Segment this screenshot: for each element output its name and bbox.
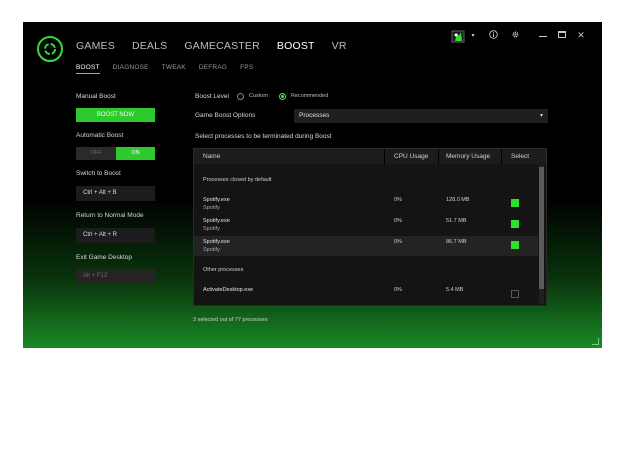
- process-name: Spotify.exe: [203, 218, 230, 224]
- table-row[interactable]: Spotify.exe Spotify 0% 51.7 MB: [194, 215, 538, 235]
- col-name[interactable]: Name: [203, 149, 220, 164]
- subtab-defrag[interactable]: DEFRAG: [199, 64, 227, 74]
- recommended-radio[interactable]: [279, 93, 286, 100]
- col-select[interactable]: Select: [511, 149, 529, 164]
- tab-boost[interactable]: BOOST: [277, 40, 315, 52]
- table-row[interactable]: Spotify.exe Spotify 0% 86.7 MB: [194, 236, 538, 256]
- subtab-boost[interactable]: BOOST: [76, 64, 100, 74]
- toggle-on[interactable]: ON: [116, 147, 155, 160]
- process-cpu: 0%: [394, 197, 402, 203]
- process-cpu: 0%: [394, 287, 402, 293]
- process-app: Spotify: [203, 205, 220, 211]
- scrollbar-thumb[interactable]: [539, 167, 544, 289]
- sub-nav: BOOST DIAGNOSE TWEAK DEFRAG FPS: [76, 64, 266, 74]
- custom-radio-label: Custom: [249, 93, 268, 99]
- select-value: Processes: [299, 112, 330, 119]
- razer-cortex-logo: [37, 36, 63, 62]
- tab-gamecaster[interactable]: GAMECASTER: [184, 40, 260, 52]
- process-name: Spotify.exe: [203, 239, 230, 245]
- subtab-fps[interactable]: FPS: [240, 64, 253, 74]
- select-checkbox[interactable]: [511, 220, 519, 228]
- select-checkbox[interactable]: [511, 290, 519, 298]
- return-to-normal-label: Return to Normal Mode: [76, 212, 144, 219]
- main-nav: GAMES DEALS GAMECASTER BOOST VR: [76, 40, 364, 52]
- switch-to-boost-label: Switch to Boost: [76, 170, 121, 177]
- process-memory: 51.7 MB: [446, 218, 467, 224]
- maximize-icon[interactable]: [557, 30, 567, 44]
- column-divider: [384, 149, 385, 164]
- automatic-boost-label: Automatic Boost: [76, 132, 124, 139]
- section-other: Other processes: [203, 267, 244, 273]
- razer-cortex-window: GAMES DEALS GAMECASTER BOOST VR BOOST DI…: [23, 22, 602, 348]
- close-icon[interactable]: ✕: [576, 30, 586, 44]
- game-boost-options-label: Game Boost Options: [195, 112, 256, 119]
- col-memory[interactable]: Memory Usage: [446, 149, 490, 164]
- recommended-radio-label: Recommended: [291, 93, 329, 99]
- table-row[interactable]: ActivateDesktop.exe 0% 5.4 MB: [194, 284, 538, 304]
- exit-game-desktop-label: Exit Game Desktop: [76, 254, 132, 261]
- process-name: Spotify.exe: [203, 197, 230, 203]
- process-app: Spotify: [203, 226, 220, 232]
- process-cpu: 0%: [394, 239, 402, 245]
- table-header: Name CPU Usage Memory Usage Select: [194, 149, 546, 164]
- instruction-text: Select processes to be terminated during…: [195, 133, 332, 140]
- tab-games[interactable]: GAMES: [76, 40, 115, 52]
- process-memory: 128.0 MB: [446, 197, 470, 203]
- manual-boost-label: Manual Boost: [76, 93, 116, 100]
- process-memory: 5.4 MB: [446, 287, 464, 293]
- chevron-down-icon[interactable]: ▾: [469, 32, 477, 46]
- minimize-icon[interactable]: [538, 30, 548, 44]
- process-table: Name CPU Usage Memory Usage Select Proce…: [193, 148, 547, 306]
- section-default: Processes closed by default: [203, 177, 272, 183]
- process-name: ActivateDesktop.exe: [203, 287, 254, 293]
- process-app: Spotify: [203, 247, 220, 253]
- col-cpu[interactable]: CPU Usage: [394, 149, 428, 164]
- custom-radio[interactable]: [237, 93, 244, 100]
- boost-now-button[interactable]: BOOST NOW: [76, 108, 155, 122]
- gear-icon[interactable]: [510, 30, 520, 44]
- automatic-boost-toggle[interactable]: OFF ON: [76, 147, 155, 160]
- return-to-normal-hotkey-field[interactable]: Ctrl + Alt + R: [76, 228, 155, 243]
- select-checkbox[interactable]: [511, 199, 519, 207]
- column-divider: [438, 149, 439, 164]
- column-divider: [501, 149, 502, 164]
- process-memory: 86.7 MB: [446, 239, 467, 245]
- select-checkbox[interactable]: [511, 241, 519, 249]
- table-scrollbar[interactable]: [539, 165, 544, 304]
- game-boost-options-select[interactable]: Processes ▾: [294, 109, 548, 123]
- switch-to-boost-hotkey-field[interactable]: Ctrl + Alt + B: [76, 186, 155, 201]
- subtab-tweak[interactable]: TWEAK: [162, 64, 186, 74]
- toggle-off[interactable]: OFF: [76, 147, 116, 160]
- resize-grip-icon[interactable]: [592, 338, 599, 345]
- avatar-icon[interactable]: [451, 30, 465, 44]
- boost-level-label: Boost Level: [195, 93, 229, 100]
- tab-deals[interactable]: DEALS: [132, 40, 167, 52]
- process-cpu: 0%: [394, 218, 402, 224]
- table-row[interactable]: Spotify.exe Spotify 0% 128.0 MB: [194, 194, 538, 214]
- exit-game-desktop-hotkey-field[interactable]: Alt + F12: [76, 269, 155, 284]
- tab-vr[interactable]: VR: [332, 40, 347, 52]
- info-icon[interactable]: [488, 30, 498, 44]
- subtab-diagnose[interactable]: DIAGNOSE: [113, 64, 149, 74]
- selection-status: 3 selected out of 77 processes: [193, 317, 268, 323]
- chevron-down-icon: ▾: [539, 113, 543, 119]
